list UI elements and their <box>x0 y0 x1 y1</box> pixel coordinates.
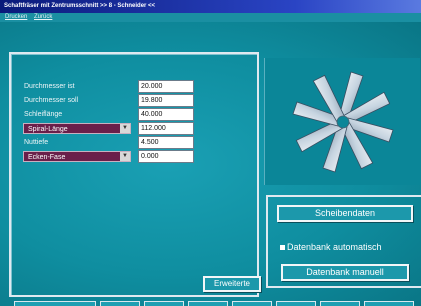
param-row-durchmesser-soll: Durchmesser soll 19.800 <box>24 94 224 107</box>
menu-item-zurueck[interactable]: Zurück <box>34 14 52 20</box>
param-dropdown-label: Spiral-Länge <box>28 126 68 133</box>
checkbox-mark[interactable] <box>280 245 285 251</box>
datenbank-manuell-button[interactable]: Datenbank manuell <box>281 264 409 281</box>
menu-item-drucken[interactable]: Drucken <box>5 14 27 20</box>
tool-image <box>264 58 420 185</box>
main-area: Durchmesser ist 20.000 Durchmesser soll … <box>0 22 421 306</box>
window-title: Schaftfräser mit Zentrumsschnitt >> 8 - … <box>0 0 421 13</box>
bottom-tab[interactable] <box>320 301 360 306</box>
bottom-tab[interactable] <box>188 301 228 306</box>
param-row-schleiflaenge: Schleiflänge 40.000 <box>24 108 224 121</box>
param-value-input[interactable]: 20.000 <box>138 80 194 93</box>
param-value-input[interactable]: 40.000 <box>138 108 194 121</box>
param-row-spiral-laenge: Spiral-Länge ▼ 112.000 <box>23 122 224 135</box>
bottom-tab[interactable] <box>14 301 96 306</box>
param-label: Schleiflänge <box>24 111 63 118</box>
param-label: Durchmesser soll <box>24 97 79 104</box>
datenbank-automatisch-checkbox[interactable]: Datenbank automatisch <box>280 242 382 252</box>
bottom-tab[interactable] <box>100 301 140 306</box>
chevron-down-icon[interactable]: ▼ <box>120 152 130 161</box>
param-value-input[interactable]: 0.000 <box>138 150 194 163</box>
param-row-durchmesser-ist: Durchmesser ist 20.000 <box>24 80 224 93</box>
param-dropdown-spiral-laenge[interactable]: Spiral-Länge ▼ <box>23 123 131 134</box>
param-value-input[interactable]: 4.500 <box>138 136 194 149</box>
param-row-nuttiefe: Nuttiefe 4.500 <box>24 136 224 149</box>
bottom-tab[interactable] <box>144 301 184 306</box>
param-value-input[interactable]: 112.000 <box>138 122 194 135</box>
bottom-tab[interactable] <box>232 301 272 306</box>
scheibendaten-button[interactable]: Scheibendaten <box>277 205 413 222</box>
param-dropdown-ecken-fase[interactable]: Ecken-Fase ▼ <box>23 151 131 162</box>
chevron-down-icon[interactable]: ▼ <box>120 124 130 133</box>
end-mill-icon <box>292 71 394 173</box>
checkbox-label: Datenbank automatisch <box>287 242 382 252</box>
param-value-input[interactable]: 19.800 <box>138 94 194 107</box>
param-label: Nuttiefe <box>24 139 49 146</box>
param-dropdown-label: Ecken-Fase <box>28 154 66 161</box>
menu-bar: Drucken Zurück <box>0 13 421 22</box>
bottom-tab[interactable] <box>276 301 316 306</box>
parameter-panel: Durchmesser ist 20.000 Durchmesser soll … <box>9 52 259 297</box>
erweiterte-button[interactable]: Erweiterte <box>203 276 261 292</box>
param-label: Durchmesser ist <box>24 83 75 90</box>
bottom-tab[interactable] <box>364 301 414 306</box>
param-row-ecken-fase: Ecken-Fase ▼ 0.000 <box>23 150 224 163</box>
